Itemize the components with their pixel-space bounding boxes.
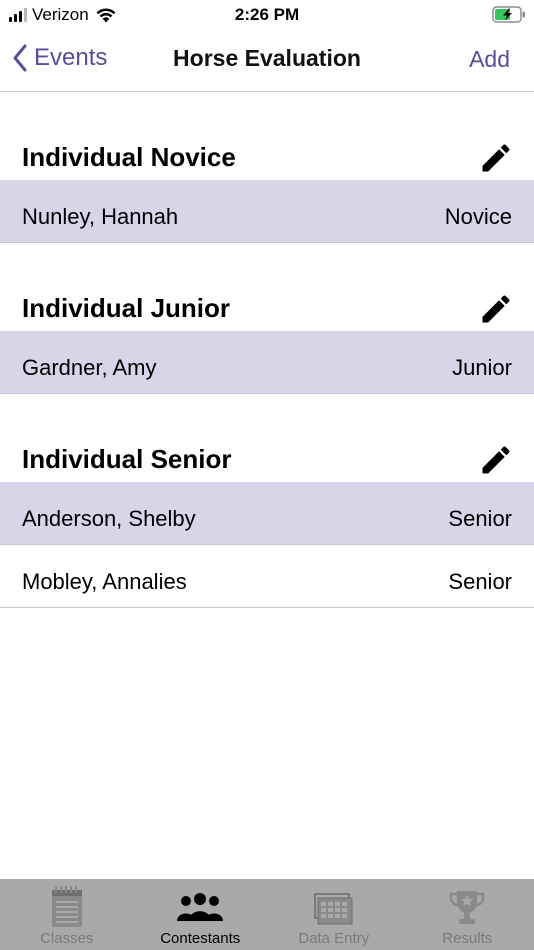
trophy-icon (450, 891, 485, 924)
list-item[interactable]: Anderson, Shelby Senior (0, 482, 534, 545)
section-title: Individual Senior (22, 444, 232, 474)
tab-data-entry[interactable]: Data Entry (267, 879, 401, 950)
section-header: Individual Junior (0, 288, 534, 331)
tab-bar: Classes Contestants Data Entry Results (0, 879, 534, 950)
section-header: Individual Novice (0, 137, 534, 180)
contestant-name: Anderson, Shelby (22, 506, 196, 531)
tab-label: Results (442, 930, 493, 947)
notepad-icon (51, 886, 82, 927)
back-button[interactable]: Events (12, 44, 107, 72)
list-item[interactable]: Nunley, Hannah Novice (0, 180, 534, 243)
battery-charging-icon (492, 6, 525, 23)
back-button-label: Events (34, 44, 108, 71)
pencil-icon[interactable] (478, 291, 514, 327)
tab-classes[interactable]: Classes (0, 879, 134, 950)
navigation-bar: Events Horse Evaluation Add (0, 30, 534, 92)
pencil-icon[interactable] (478, 140, 514, 176)
tab-label: Contestants (160, 930, 241, 947)
section-individual-junior: Individual Junior Gardner, Amy Junior (0, 243, 534, 394)
add-button[interactable]: Add (469, 46, 510, 73)
tab-label: Classes (40, 930, 94, 947)
contestant-level: Senior (448, 569, 512, 594)
tab-contestants[interactable]: Contestants (134, 879, 268, 950)
tab-label: Data Entry (298, 930, 370, 947)
section-title: Individual Novice (22, 142, 236, 172)
list-item[interactable]: Gardner, Amy Junior (0, 331, 534, 394)
contestant-name: Gardner, Amy (22, 355, 157, 380)
data-entry-icon (313, 893, 353, 925)
contestant-name: Nunley, Hannah (22, 204, 179, 229)
list-item[interactable]: Mobley, Annalies Senior (0, 545, 534, 608)
contestant-level: Senior (448, 506, 512, 531)
section-individual-novice: Individual Novice Nunley, Hannah Novice (0, 92, 534, 243)
section-individual-senior: Individual Senior Anderson, Shelby Senio… (0, 394, 534, 608)
tab-results[interactable]: Results (401, 879, 534, 950)
status-time: 2:26 PM (234, 5, 300, 24)
contestant-name: Mobley, Annalies (22, 569, 187, 594)
status-bar: Verizon 2:26 PM (0, 0, 534, 30)
pencil-icon[interactable] (478, 442, 514, 478)
contestant-level: Novice (444, 204, 512, 229)
contestant-list: Individual Novice Nunley, Hannah Novice … (0, 92, 534, 879)
people-icon (177, 893, 224, 921)
section-header: Individual Senior (0, 439, 534, 482)
chevron-left-icon (13, 44, 27, 72)
contestant-level: Junior (452, 355, 512, 380)
section-title: Individual Junior (22, 293, 231, 323)
